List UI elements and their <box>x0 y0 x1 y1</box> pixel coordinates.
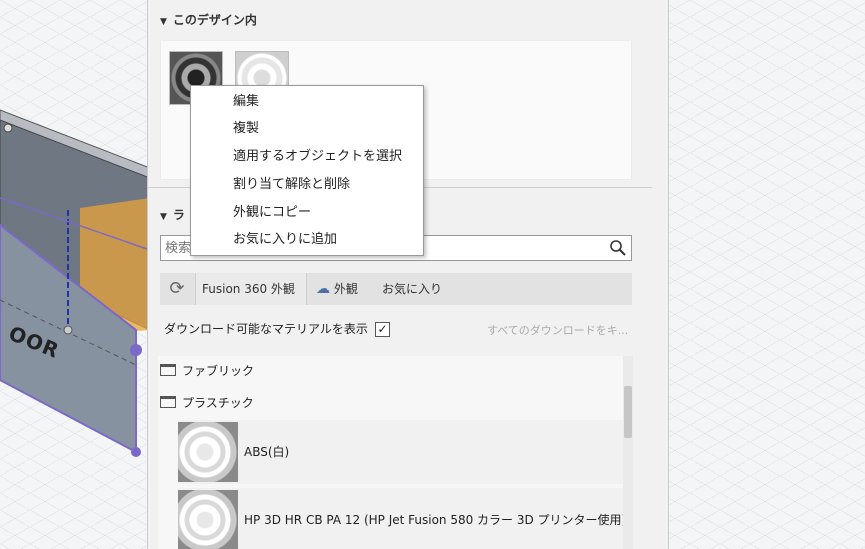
menu-item-add-favorite[interactable]: お気に入りに追加 <box>233 227 337 253</box>
folder-icon <box>160 364 176 376</box>
menu-item-copy-to-appearance[interactable]: 外観にコピー <box>233 200 311 226</box>
viewport-canvas[interactable]: OOR <box>0 0 150 549</box>
tab-favorites[interactable]: お気に入り <box>382 273 462 305</box>
tab-appearance[interactable]: ☁ 外観 <box>312 273 376 305</box>
collapse-triangle-icon: ▼ <box>160 17 167 27</box>
library-tabs: ⟳ Fusion 360 外観 ☁ 外観 お気に入り <box>160 273 632 305</box>
in-design-section-header[interactable]: ▼ このデザイン内 <box>160 11 257 28</box>
menu-item-select-objects[interactable]: 適用するオブジェクトを選択 <box>233 144 402 170</box>
material-library-list: ファブリック プラスチック ABS(白) HP 3D HR CB PA 12 (… <box>158 356 633 549</box>
download-all-link[interactable]: すべてのダウンロードをキ... <box>487 322 628 338</box>
search-icon[interactable] <box>609 239 627 257</box>
folder-plastic[interactable]: プラスチック <box>158 388 254 418</box>
scrollbar-thumb[interactable] <box>624 386 632 438</box>
context-menu: 編集 複製 適用するオブジェクトを選択 割り当て解除と削除 外観にコピー お気に… <box>190 85 424 256</box>
library-section-header[interactable]: ▼ ラ <box>160 206 185 223</box>
material-item-abs-white[interactable]: ABS(白) <box>178 420 623 484</box>
material-thumbnail <box>178 490 238 549</box>
material-thumbnail <box>178 422 238 482</box>
appearance-panel: ▼このデザイン内 ▼ラ ⟳ Fusion 360 外観 ☁ 外観 お気に入り ダ… <box>147 0 669 549</box>
collapse-triangle-icon: ▼ <box>160 212 167 222</box>
folder-fabric[interactable]: ファブリック <box>158 356 254 386</box>
material-item-hp-pa12[interactable]: HP 3D HR CB PA 12 (HP Jet Fusion 580 カラー… <box>178 488 626 549</box>
menu-item-duplicate[interactable]: 複製 <box>233 116 259 142</box>
tab-fusion-appearance[interactable]: Fusion 360 外観 <box>195 273 307 305</box>
menu-item-unassign-delete[interactable]: 割り当て解除と削除 <box>233 172 350 198</box>
download-option-label: ダウンロード可能なマテリアルを表示 <box>164 322 368 336</box>
show-downloadable-checkbox[interactable]: ✓ <box>375 322 390 337</box>
cloud-icon: ☁ <box>316 281 330 297</box>
refresh-icon[interactable]: ⟳ <box>160 273 194 305</box>
library-scrollbar[interactable] <box>623 356 633 549</box>
folder-icon <box>160 396 176 408</box>
menu-item-edit[interactable]: 編集 <box>233 89 259 115</box>
